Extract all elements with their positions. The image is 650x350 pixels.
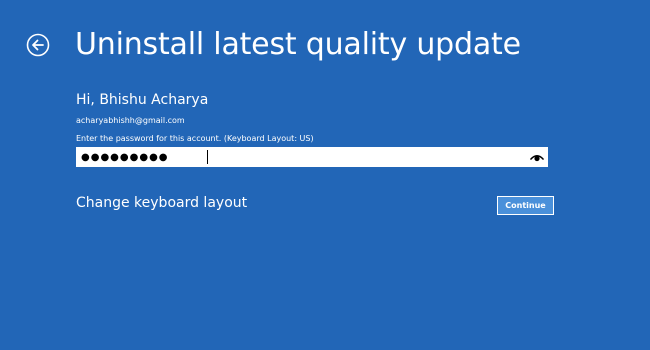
- text-caret: [207, 150, 208, 164]
- eye-icon: [530, 154, 544, 162]
- password-input[interactable]: [76, 147, 516, 167]
- reveal-password-button[interactable]: [530, 150, 544, 164]
- password-field[interactable]: [76, 147, 548, 167]
- back-button[interactable]: [26, 33, 50, 57]
- page-title: Uninstall latest quality update: [75, 27, 521, 62]
- user-email: acharyabhishh@gmail.com: [76, 116, 185, 125]
- continue-button[interactable]: Continue: [497, 196, 554, 215]
- change-keyboard-layout-link[interactable]: Change keyboard layout: [76, 194, 247, 212]
- back-arrow-icon: [26, 33, 50, 57]
- user-name: Hi, Bhishu Acharya: [76, 92, 209, 108]
- password-prompt: Enter the password for this account. (Ke…: [76, 134, 314, 143]
